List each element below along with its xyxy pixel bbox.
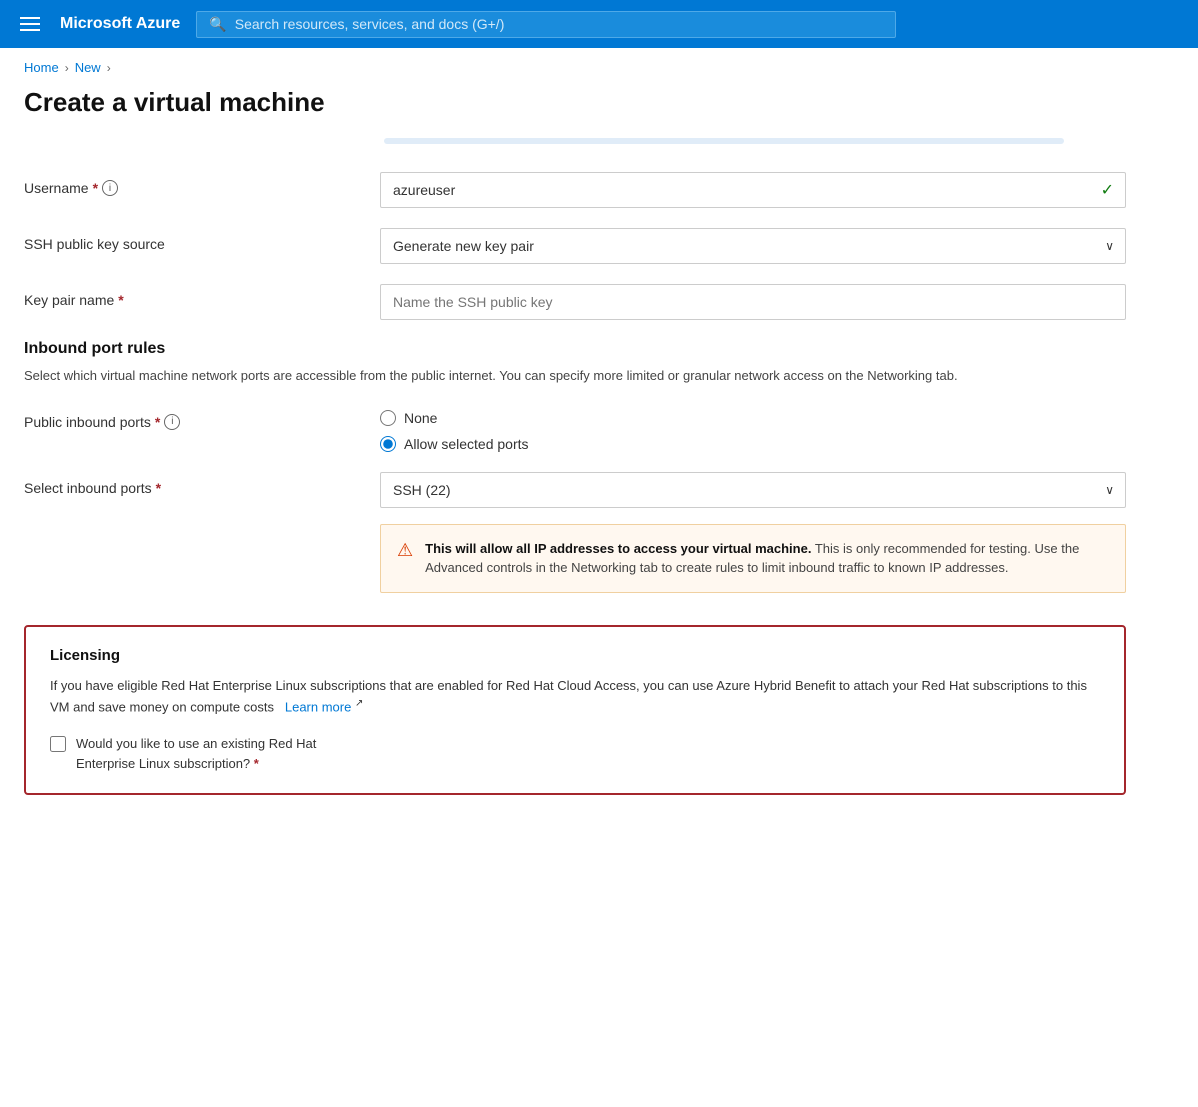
public-inbound-row: Public inbound ports * i None Allow sele… (24, 406, 1126, 452)
main-content: Username * i ✓ SSH public key source Gen… (0, 138, 1150, 835)
public-inbound-radios: None Allow selected ports (380, 406, 1126, 452)
ssh-key-source-select[interactable]: Generate new key pair (380, 228, 1126, 264)
username-input[interactable] (380, 172, 1126, 208)
breadcrumb-new[interactable]: New (75, 60, 101, 75)
key-pair-input-wrap (380, 284, 1126, 320)
key-pair-input[interactable] (380, 284, 1126, 320)
radio-none[interactable]: None (380, 410, 1126, 426)
warning-box: ⚠ This will allow all IP addresses to ac… (380, 524, 1126, 593)
public-inbound-label: Public inbound ports * i (24, 406, 364, 430)
ssh-key-source-wrap: Generate new key pair ∨ (380, 228, 1126, 264)
inbound-rules-heading: Inbound port rules (24, 340, 1126, 358)
licensing-checkbox-row: Would you like to use an existing Red Ha… (50, 734, 1100, 773)
breadcrumb-home[interactable]: Home (24, 60, 59, 75)
breadcrumb: Home › New › (0, 48, 1198, 83)
warning-text-bold: This will allow all IP addresses to acce… (425, 541, 811, 556)
licensing-checkbox-label[interactable]: Would you like to use an existing Red Ha… (76, 734, 316, 773)
progress-bar (384, 138, 1064, 144)
public-inbound-info-icon[interactable]: i (164, 414, 180, 430)
ssh-key-source-row: SSH public key source Generate new key p… (24, 228, 1126, 264)
external-link-icon: ↗ (355, 698, 363, 709)
warning-text: This will allow all IP addresses to acce… (425, 539, 1109, 578)
username-label: Username * i (24, 172, 364, 196)
radio-allow-input[interactable] (380, 436, 396, 452)
ssh-key-source-select-wrap: Generate new key pair ∨ (380, 228, 1126, 264)
username-row: Username * i ✓ (24, 172, 1126, 208)
radio-allow-label: Allow selected ports (404, 436, 529, 452)
licensing-box: Licensing If you have eligible Red Hat E… (24, 625, 1126, 796)
top-navbar: Microsoft Azure 🔍 (0, 0, 1198, 48)
warning-icon: ⚠ (397, 540, 413, 561)
red-hat-checkbox[interactable] (50, 736, 66, 752)
licensing-title: Licensing (50, 647, 1100, 664)
select-inbound-wrap: SSH (22) ∨ ⚠ This will allow all IP addr… (380, 472, 1126, 593)
ssh-key-source-label: SSH public key source (24, 228, 364, 252)
radio-none-label: None (404, 410, 437, 426)
username-required: * (93, 180, 98, 196)
select-inbound-required: * (156, 480, 161, 496)
brand-logo: Microsoft Azure (60, 15, 180, 33)
search-bar: 🔍 (196, 11, 896, 38)
key-pair-row: Key pair name * (24, 284, 1126, 320)
breadcrumb-sep-1: › (65, 61, 69, 75)
checkbox-required: * (254, 756, 259, 771)
breadcrumb-sep-2: › (107, 61, 111, 75)
hamburger-menu[interactable] (16, 13, 44, 35)
public-inbound-required: * (155, 414, 160, 430)
key-pair-label: Key pair name * (24, 284, 364, 308)
radio-none-input[interactable] (380, 410, 396, 426)
learn-more-link[interactable]: Learn more (285, 700, 351, 715)
licensing-desc: If you have eligible Red Hat Enterprise … (50, 676, 1100, 719)
public-inbound-radio-group: None Allow selected ports (380, 406, 1126, 452)
select-inbound-label: Select inbound ports * (24, 472, 364, 496)
select-inbound-select-wrap: SSH (22) ∨ (380, 472, 1126, 508)
inbound-rules-desc: Select which virtual machine network por… (24, 366, 1074, 386)
username-info-icon[interactable]: i (102, 180, 118, 196)
key-pair-required: * (118, 292, 123, 308)
username-input-wrap: ✓ (380, 172, 1126, 208)
select-inbound-row: Select inbound ports * SSH (22) ∨ ⚠ This… (24, 472, 1126, 593)
username-checkmark: ✓ (1101, 180, 1114, 200)
radio-allow[interactable]: Allow selected ports (380, 436, 1126, 452)
username-input-container: ✓ (380, 172, 1126, 208)
search-input[interactable] (235, 16, 884, 32)
licensing-desc-text: If you have eligible Red Hat Enterprise … (50, 678, 1087, 715)
select-inbound-select[interactable]: SSH (22) (380, 472, 1126, 508)
page-title: Create a virtual machine (0, 83, 1198, 138)
search-icon: 🔍 (209, 16, 226, 33)
